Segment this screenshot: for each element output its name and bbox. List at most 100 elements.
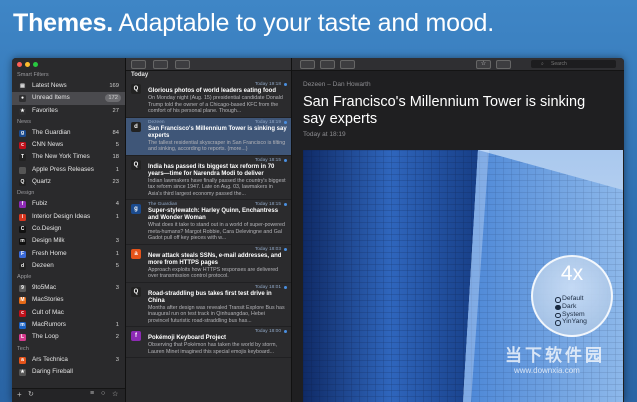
feed-icon: ▤	[19, 83, 26, 90]
favorite-star-icon[interactable]: ☆	[476, 60, 491, 69]
add-icon[interactable]: +	[17, 390, 22, 399]
unread-count: 2	[115, 334, 119, 341]
sidebar-item[interactable]: Apple Press Releases 1	[12, 164, 125, 176]
article-item[interactable]: f Today 18:00 Pokémoji Keyboard Project Obs…	[126, 327, 291, 358]
unread-count: 3	[115, 356, 119, 363]
article-time: Today 18:03	[254, 246, 281, 252]
feed-icon: m	[19, 238, 26, 246]
sidebar-item[interactable]: ★ Favorites 27	[12, 105, 125, 117]
sidebar-item[interactable]: c CNN News 5	[12, 139, 125, 151]
feed-icon: Q	[19, 179, 26, 187]
feed-icon: ●	[19, 95, 26, 103]
feed-icon: L	[19, 334, 26, 342]
sidebar-item[interactable]: g The Guardian 84	[12, 127, 125, 139]
sidebar-item[interactable]: ★ Daring Fireball	[12, 366, 125, 378]
sidebar-item[interactable]: 9 9to5Mac 3	[12, 282, 125, 294]
close-window-button[interactable]	[17, 62, 22, 67]
unread-dot-icon	[284, 247, 287, 251]
article-time: Today at 18:19	[303, 131, 346, 138]
unread-filter-icon[interactable]: ○	[101, 390, 105, 397]
star-filter-icon[interactable]: ☆	[112, 390, 118, 398]
unread-dot-icon	[284, 285, 287, 289]
feed-icon: f	[19, 201, 26, 209]
feed-icon: c	[19, 142, 26, 150]
sidebar-toggle-button[interactable]	[131, 60, 146, 69]
unread-count: 5	[115, 142, 119, 149]
feed-icon: a	[131, 248, 141, 259]
article-excerpt: The tallest residential skyscraper in Sa…	[148, 139, 286, 153]
article-view-button[interactable]	[300, 60, 315, 69]
sidebar-item[interactable]: m Design Milk 3	[12, 235, 125, 247]
unread-dot-icon	[284, 83, 287, 86]
feed-icon: g	[131, 204, 141, 214]
sidebar-toolbar: + ↻ ≡ ○ ☆	[12, 388, 125, 402]
radio-icon	[555, 312, 561, 319]
sidebar-item[interactable]: T The New York Times 18	[12, 151, 125, 163]
unread-count: 84	[112, 129, 119, 136]
article-meta: Dezeen Today 18:19	[148, 120, 287, 126]
sidebar-section-news: News	[17, 118, 31, 125]
sidebar-item-label: The Guardian	[32, 128, 71, 136]
zoom-window-button[interactable]	[33, 62, 38, 67]
list-icon[interactable]: ≡	[90, 390, 94, 397]
articles: Q Today 19:18 Glorious photos of world lea…	[126, 80, 291, 358]
unread-count: 4	[115, 201, 119, 208]
article-item[interactable]: Q Today 18:15 India has passed its biggest…	[126, 156, 291, 200]
unread-count: 1	[115, 213, 119, 220]
sidebar-item[interactable]: F Fresh Home 1	[12, 248, 125, 260]
feed-icon: Q	[131, 286, 141, 297]
feed-icon	[19, 166, 26, 174]
theme-badge: 4x Default Dark System YinYang	[531, 255, 613, 337]
sidebar-item[interactable]: Q Quartz 23	[12, 176, 125, 188]
article-item[interactable]: Q Today 18:01 Road-straddling bus takes fi…	[126, 283, 291, 327]
article-excerpt: Months after design was revealed Transit…	[148, 304, 285, 324]
radio-icon	[555, 320, 561, 326]
sidebar-item-label: Latest News	[32, 82, 67, 89]
watermark-url: www.downxia.com	[514, 366, 580, 375]
feed-icon: f	[131, 331, 141, 341]
sidebar-item[interactable]: ▤ Latest News 169	[12, 80, 125, 92]
sidebar-item[interactable]: C Co.Design	[12, 223, 125, 235]
sidebar-item[interactable]: M MacStories	[12, 294, 125, 306]
theme-option[interactable]: System	[555, 311, 587, 319]
search-icon: ⌕	[541, 61, 544, 67]
sidebar-item[interactable]: L The Loop 2	[12, 331, 125, 343]
theme-option-label: Dark	[562, 302, 577, 310]
share-icon[interactable]	[496, 60, 511, 69]
feed-icon: M	[19, 297, 26, 305]
sidebar-item-label: Favorites	[32, 106, 58, 114]
sidebar-item[interactable]: d Dezeen 5	[12, 260, 125, 272]
open-in-browser-button[interactable]	[340, 60, 355, 69]
sidebar-item[interactable]: a Ars Technica 3	[12, 354, 125, 366]
article-meta: Today 18:15	[148, 158, 287, 164]
article-item[interactable]: Q Today 19:18 Glorious photos of world lea…	[126, 80, 291, 118]
article-meta: Today 18:01	[148, 285, 287, 291]
minimize-window-button[interactable]	[25, 62, 30, 67]
unread-count: 1	[115, 166, 119, 173]
unread-count: 23	[112, 179, 119, 186]
mark-read-button[interactable]	[153, 60, 168, 69]
sidebar-item-label: Ars Technica	[32, 355, 68, 363]
sidebar-item[interactable]: i Interior Design Ideas 1	[12, 211, 125, 223]
browser-view-button[interactable]	[320, 60, 335, 69]
theme-option[interactable]: Default	[555, 295, 587, 303]
feed-icon: T	[19, 154, 26, 162]
refresh-icon[interactable]: ↻	[28, 390, 34, 398]
article-item[interactable]: d Dezeen Today 18:19 San Francisco's Millen…	[126, 117, 291, 156]
article-item[interactable]: g The Guardian Today 18:15 Super-stylewatch…	[126, 200, 291, 245]
theme-option[interactable]: Dark	[555, 303, 587, 311]
headline-rest: Adaptable to your taste and mood.	[118, 9, 495, 37]
sidebar-item[interactable]: m MacRumors 1	[12, 319, 125, 331]
view-mode-button[interactable]	[175, 60, 190, 69]
theme-option[interactable]: YinYang	[555, 318, 587, 326]
sidebar-item-label: Daring Fireball	[32, 367, 73, 375]
feed-icon: ★	[19, 368, 26, 376]
feed-icon: F	[19, 250, 26, 258]
sidebar-item[interactable]: c Cult of Mac	[12, 307, 125, 319]
article-source: The Guardian	[148, 202, 178, 207]
radio-icon	[555, 297, 561, 303]
article-item[interactable]: a Today 18:03 New attack steals SSNs, e-ma…	[126, 245, 291, 283]
sidebar-item[interactable]: ● Unread Items 172	[12, 92, 125, 105]
search-input[interactable]: ⌕ Search	[531, 60, 616, 68]
sidebar-item[interactable]: f Fubiz 4	[12, 198, 125, 210]
